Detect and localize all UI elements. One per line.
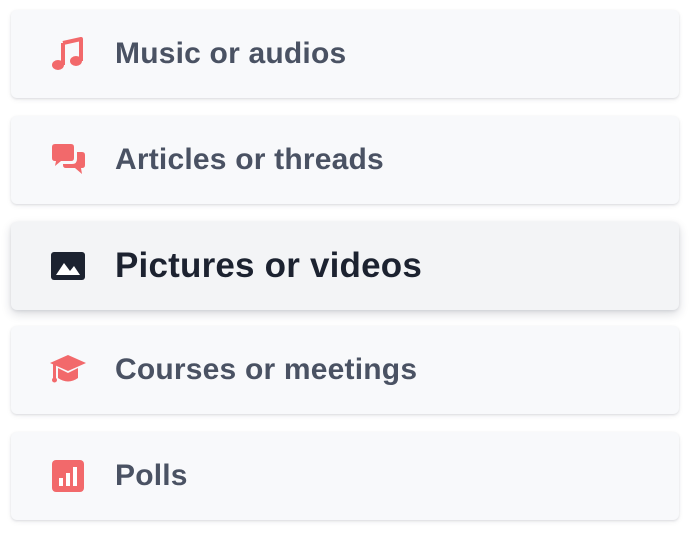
option-polls[interactable]: Polls <box>11 432 679 520</box>
option-pictures-or-videos[interactable]: Pictures or videos <box>11 222 679 310</box>
option-articles-or-threads[interactable]: Articles or threads <box>11 116 679 204</box>
chat-bubbles-icon <box>49 141 87 179</box>
option-label: Courses or meetings <box>115 353 418 386</box>
image-icon <box>49 247 87 285</box>
option-label: Articles or threads <box>115 143 384 176</box>
option-music-or-audios[interactable]: Music or audios <box>11 10 679 98</box>
content-type-list: Music or audios Articles or threads Pict… <box>0 0 692 536</box>
option-label: Polls <box>115 459 188 492</box>
option-label: Pictures or videos <box>115 246 423 285</box>
option-courses-or-meetings[interactable]: Courses or meetings <box>11 326 679 414</box>
graduation-cap-icon <box>49 351 87 389</box>
music-note-icon <box>49 35 87 73</box>
bar-chart-icon <box>49 457 87 495</box>
option-label: Music or audios <box>115 37 347 70</box>
